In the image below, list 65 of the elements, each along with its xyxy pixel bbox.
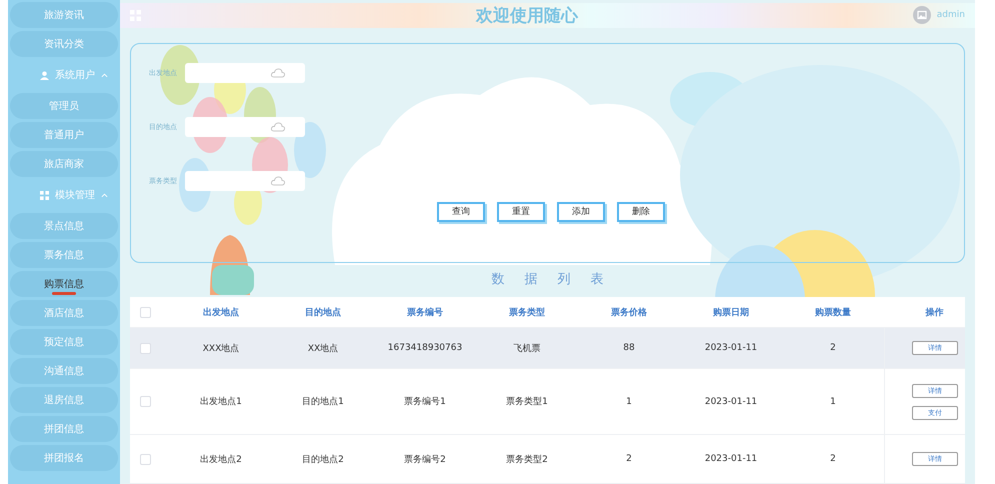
table-cell-text: 目的地点1: [301, 396, 345, 408]
sidebar-item[interactable]: 资讯分类: [10, 31, 118, 57]
sidebar-item[interactable]: 购票信息: [10, 271, 118, 297]
sidebar-item[interactable]: 拼团信息: [10, 416, 118, 442]
cloud-icon: [271, 68, 285, 78]
input-field[interactable]: [185, 116, 305, 137]
action-button[interactable]: 查询: [437, 202, 485, 222]
cloud-icon: [271, 176, 285, 186]
column-header: 购票日期: [712, 306, 750, 318]
column-header: 购票数量: [814, 306, 852, 318]
table-cell-text: 2: [829, 343, 837, 353]
checkbox[interactable]: [140, 454, 151, 464]
table-cell-text: 出发地点2: [199, 454, 243, 466]
input-field[interactable]: [185, 170, 305, 191]
column-header: 目的地点: [304, 306, 342, 318]
table-cell-text: 票务编号1: [403, 396, 447, 408]
sidebar-item[interactable]: 管理员: [10, 93, 118, 119]
table-cell-text: 1: [625, 396, 633, 406]
sidebar-group[interactable]: 系统用户: [10, 60, 118, 90]
table-cell-text: 票务类型2: [505, 454, 549, 466]
table-cell-text: 88: [622, 343, 636, 353]
checkbox[interactable]: [140, 342, 151, 354]
sidebar-item[interactable]: 旅游资讯: [10, 2, 118, 28]
table-cell-text: XXX地点: [202, 342, 240, 354]
table-cell-text: 目的地点2: [301, 454, 345, 466]
sidebar-item[interactable]: 拼团报名: [10, 445, 118, 471]
table-cell-text: 2023-01-11: [704, 454, 758, 464]
checkbox[interactable]: [140, 306, 151, 318]
sidebar-item[interactable]: 票务信息: [10, 242, 118, 268]
sidebar-item[interactable]: 酒店信息: [10, 300, 118, 326]
column-header: 票务类型: [508, 306, 546, 318]
table-cell-text: 票务编号2: [403, 454, 447, 466]
table-cell-text: XX地点: [306, 342, 340, 354]
sidebar-item[interactable]: 旅店商家: [10, 151, 118, 177]
action-button[interactable]: 删除: [617, 202, 665, 222]
checkbox[interactable]: [140, 396, 151, 407]
sidebar-item[interactable]: 沟通信息: [10, 358, 118, 384]
column-header: 操作: [924, 306, 944, 318]
table-cell-text: 出发地点1: [199, 396, 243, 408]
table-cell-text: 票务类型1: [505, 396, 549, 408]
sidebar-item[interactable]: 景点信息: [10, 213, 118, 239]
page-title: 欢迎使用随心: [474, 4, 580, 27]
column-header: 票务价格: [610, 306, 648, 318]
table-cell-text: 1673418930763: [386, 343, 464, 353]
action-button[interactable]: 添加: [557, 202, 605, 222]
sidebar-group[interactable]: 模块管理: [10, 180, 118, 210]
table-cell-text: 飞机票: [512, 342, 542, 354]
grid-icon: [40, 190, 49, 200]
table-cell-text: 2: [829, 454, 837, 464]
avatar-icon[interactable]: [912, 6, 931, 24]
sidebar-item[interactable]: 普通用户: [10, 122, 118, 148]
column-header: 出发地点: [202, 306, 240, 318]
table-cell-text: 2023-01-11: [704, 343, 758, 353]
input-field[interactable]: [185, 62, 305, 83]
person-icon: [40, 70, 49, 80]
user-name[interactable]: admin: [936, 10, 965, 20]
table-cell-text: 2: [625, 454, 633, 464]
section-title: 数据列表: [490, 271, 624, 289]
sidebar-item[interactable]: 预定信息: [10, 329, 118, 355]
cloud-icon: [271, 122, 285, 132]
column-header: 票务编号: [406, 306, 444, 318]
table-cell-text: 1: [829, 396, 837, 406]
action-button[interactable]: 重置: [497, 202, 545, 222]
sidebar-item[interactable]: 退房信息: [10, 387, 118, 413]
table-cell-text: 2023-01-11: [704, 396, 758, 406]
